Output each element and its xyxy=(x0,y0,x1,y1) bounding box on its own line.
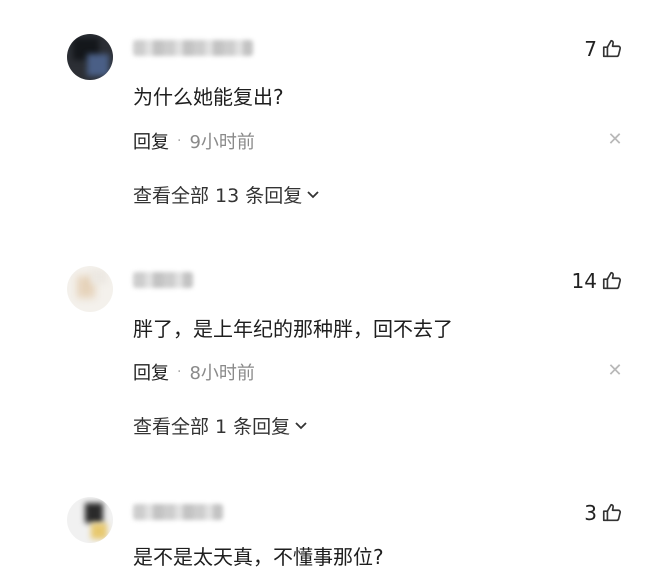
like-button[interactable]: 3 xyxy=(584,498,623,528)
comment-text: 为什么她能复出? xyxy=(133,85,284,109)
like-count: 14 xyxy=(571,269,597,293)
avatar[interactable] xyxy=(67,34,113,80)
username-blurred[interactable] xyxy=(133,40,253,56)
view-replies-label: 查看全部 13 条回复 xyxy=(133,185,303,207)
comment-text: 胖了，是上年纪的那种胖，回不去了 xyxy=(133,317,453,341)
view-replies-button[interactable]: 查看全部 1 条回复 xyxy=(133,412,308,439)
thumbs-up-icon xyxy=(601,38,623,60)
view-replies-label: 查看全部 1 条回复 xyxy=(133,416,291,438)
meta-separator: · xyxy=(177,364,182,380)
thumbs-up-icon xyxy=(601,502,623,524)
comment-meta: 回复 · 8小时前 xyxy=(133,359,255,385)
timestamp: 9小时前 xyxy=(189,132,255,153)
like-count: 3 xyxy=(584,501,597,525)
username-blurred[interactable] xyxy=(133,504,223,520)
comment-meta: 回复 · 9小时前 xyxy=(133,128,255,154)
chevron-down-icon xyxy=(306,184,320,206)
meta-separator: · xyxy=(177,133,182,149)
reply-button[interactable]: 回复 xyxy=(133,359,169,385)
reply-button[interactable]: 回复 xyxy=(133,128,169,154)
chevron-down-icon xyxy=(294,415,308,437)
like-button[interactable]: 7 xyxy=(584,34,623,64)
like-button[interactable]: 14 xyxy=(572,266,623,296)
comment-text: 是不是太天真，不懂事那位? xyxy=(133,545,384,569)
close-icon[interactable]: ✕ xyxy=(607,360,623,381)
avatar[interactable] xyxy=(67,497,113,543)
like-count: 7 xyxy=(584,37,597,61)
timestamp: 8小时前 xyxy=(189,363,255,384)
view-replies-button[interactable]: 查看全部 13 条回复 xyxy=(133,181,320,208)
thumbs-up-icon xyxy=(601,270,623,292)
username-blurred[interactable] xyxy=(133,272,193,288)
avatar[interactable] xyxy=(67,266,113,312)
close-icon[interactable]: ✕ xyxy=(607,129,623,150)
